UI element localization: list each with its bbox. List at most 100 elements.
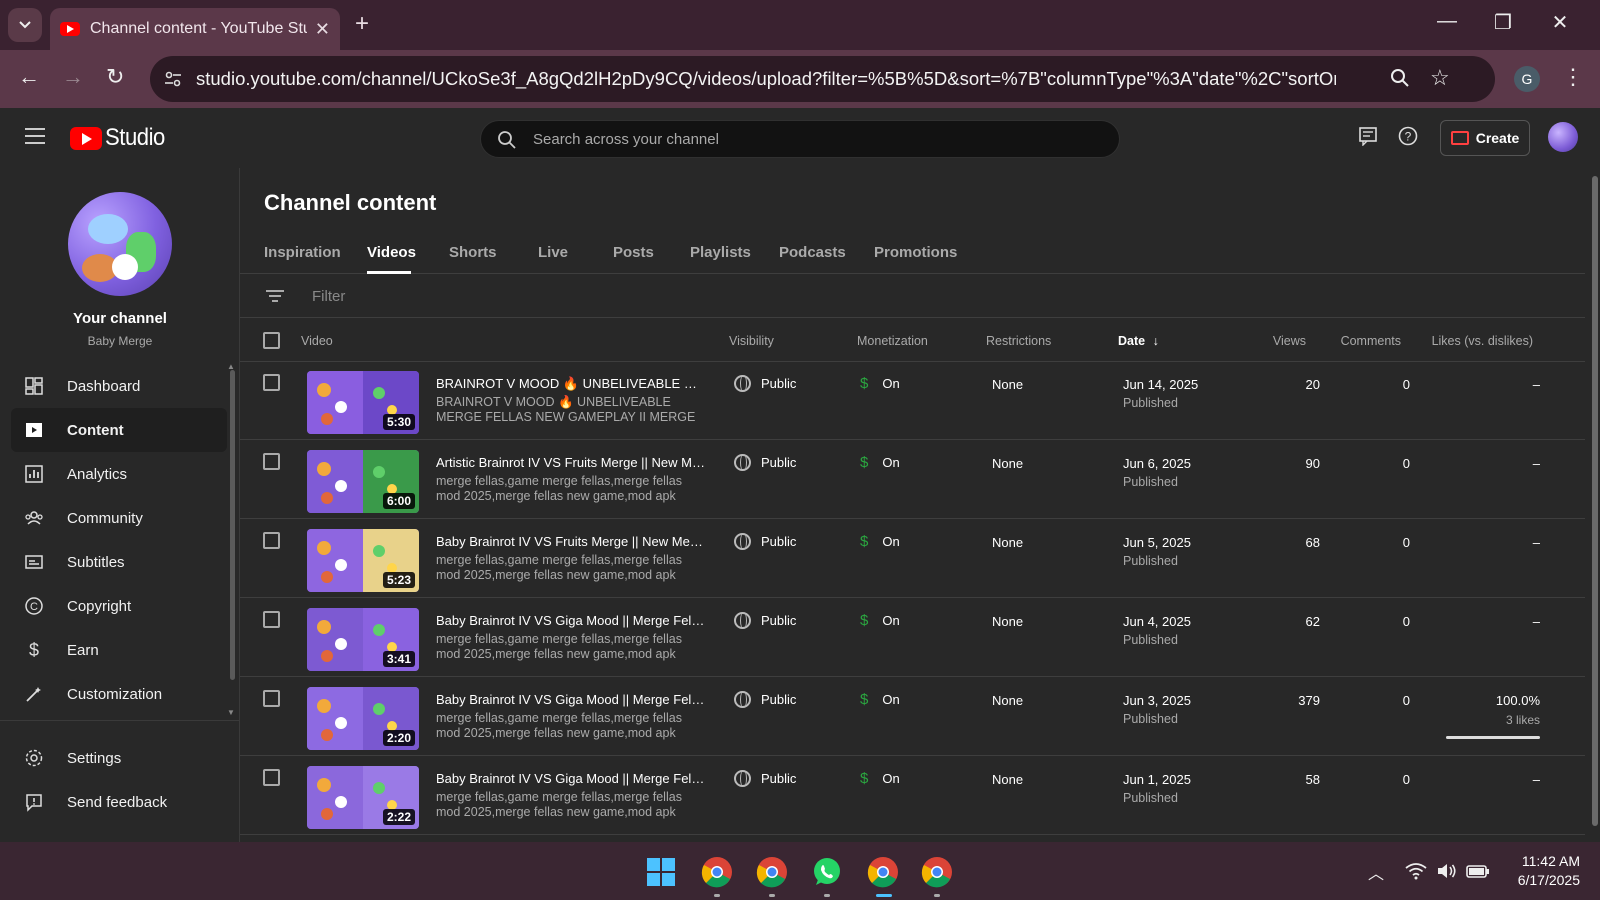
visibility-cell[interactable]: Public	[734, 533, 796, 550]
monetization-cell[interactable]: $ On	[860, 691, 900, 708]
select-all-checkbox[interactable]	[263, 332, 280, 349]
tab-promotions[interactable]: Promotions	[874, 244, 957, 261]
tab-posts[interactable]: Posts	[613, 244, 654, 261]
row-checkbox[interactable]	[263, 532, 280, 549]
account-avatar[interactable]	[1548, 122, 1578, 152]
video-thumbnail[interactable]: 2:22	[307, 766, 419, 829]
tab-close-icon[interactable]: ✕	[315, 19, 330, 40]
monetization-cell[interactable]: $ On	[860, 375, 900, 392]
close-window-icon[interactable]: ✕	[1545, 10, 1575, 35]
hamburger-menu-icon[interactable]	[25, 128, 45, 144]
monetization-cell[interactable]: $ On	[860, 612, 900, 629]
visibility-cell[interactable]: Public	[734, 375, 796, 392]
table-row[interactable]: 3:41 Baby Brainrot IV VS Giga Mood || Me…	[240, 599, 1585, 677]
monetization-cell[interactable]: $ On	[860, 533, 900, 550]
video-title[interactable]: Baby Brainrot IV VS Fruits Merge || New …	[436, 534, 706, 549]
wifi-icon[interactable]	[1405, 862, 1427, 880]
monetization-cell[interactable]: $ On	[860, 454, 900, 471]
video-thumbnail[interactable]: 6:00	[307, 450, 419, 513]
column-restrictions[interactable]: Restrictions	[986, 334, 1051, 348]
sidebar-item-content[interactable]: Content	[11, 408, 227, 452]
chrome-icon[interactable]	[700, 855, 734, 889]
back-icon[interactable]: ←	[18, 64, 40, 90]
new-tab-icon[interactable]: +	[355, 10, 369, 38]
column-monetization[interactable]: Monetization	[857, 334, 928, 348]
filter-bar[interactable]: Filter	[240, 274, 1585, 318]
table-row[interactable]: 5:23 Baby Brainrot IV VS Fruits Merge ||…	[240, 520, 1585, 598]
video-thumbnail[interactable]: 3:41	[307, 608, 419, 671]
tab-videos[interactable]: Videos	[367, 244, 416, 261]
address-bar[interactable]: studio.youtube.com/channel/UCkoSe3f_A8gQ…	[150, 56, 1495, 102]
visibility-cell[interactable]: Public	[734, 770, 796, 787]
sidebar-item-dashboard[interactable]: Dashboard	[11, 364, 227, 408]
video-title[interactable]: Artistic Brainrot IV VS Fruits Merge || …	[436, 455, 706, 470]
chrome-icon[interactable]	[866, 855, 900, 889]
table-row[interactable]: 5:30 BRAINROT V MOOD 🔥 UNBELIVEABLE MERG…	[240, 362, 1585, 440]
sidebar-item-earn[interactable]: $ Earn	[11, 628, 227, 672]
messages-icon[interactable]	[1358, 126, 1378, 146]
monetization-cell[interactable]: $ On	[860, 770, 900, 787]
column-likes[interactable]: Likes (vs. dislikes)	[1420, 334, 1533, 348]
sidebar-item-analytics[interactable]: Analytics	[11, 452, 227, 496]
browser-tab[interactable]: Channel content - YouTube Studio ✕	[50, 8, 340, 50]
video-thumbnail[interactable]: 5:23	[307, 529, 419, 592]
site-info-icon[interactable]	[162, 68, 184, 90]
battery-icon[interactable]	[1466, 863, 1490, 879]
sidebar-scrollbar[interactable]	[230, 370, 235, 680]
visibility-cell[interactable]: Public	[734, 691, 796, 708]
your-channel-label[interactable]: Your channel	[0, 310, 240, 327]
restore-icon[interactable]: ❐	[1488, 10, 1518, 35]
tab-list-button[interactable]	[8, 8, 42, 42]
column-comments[interactable]: Comments	[1330, 334, 1401, 348]
column-visibility[interactable]: Visibility	[729, 334, 774, 348]
forward-icon[interactable]: →	[62, 64, 84, 90]
browser-profile-avatar[interactable]: G	[1514, 66, 1540, 92]
help-icon[interactable]: ?	[1398, 126, 1418, 146]
video-title[interactable]: BRAINROT V MOOD 🔥 UNBELIVEABLE MERGE FEL…	[436, 376, 706, 392]
create-button[interactable]: Create	[1440, 120, 1530, 156]
whatsapp-icon[interactable]	[810, 855, 844, 889]
volume-icon[interactable]	[1436, 862, 1458, 880]
chrome-icon[interactable]	[920, 855, 954, 889]
visibility-cell[interactable]: Public	[734, 612, 796, 629]
video-title[interactable]: Baby Brainrot IV VS Giga Mood || Merge F…	[436, 613, 706, 628]
tab-playlists[interactable]: Playlists	[690, 244, 751, 261]
table-row[interactable]: 2:22 Baby Brainrot IV VS Giga Mood || Me…	[240, 757, 1585, 835]
video-thumbnail[interactable]: 2:20	[307, 687, 419, 750]
row-checkbox[interactable]	[263, 690, 280, 707]
tab-live[interactable]: Live	[538, 244, 568, 261]
sidebar-item-settings[interactable]: Settings	[11, 736, 227, 780]
row-checkbox[interactable]	[263, 453, 280, 470]
table-row[interactable]: 6:00 Artistic Brainrot IV VS Fruits Merg…	[240, 441, 1585, 519]
sidebar-item-copyright[interactable]: C Copyright	[11, 584, 227, 628]
main-scrollbar[interactable]	[1592, 176, 1598, 826]
row-checkbox[interactable]	[263, 611, 280, 628]
video-title[interactable]: Baby Brainrot IV VS Giga Mood || Merge F…	[436, 771, 706, 786]
sidebar-item-community[interactable]: Community	[11, 496, 227, 540]
visibility-cell[interactable]: Public	[734, 454, 796, 471]
channel-avatar[interactable]	[68, 192, 172, 296]
row-checkbox[interactable]	[263, 769, 280, 786]
filter-input[interactable]: Filter	[312, 288, 345, 305]
zoom-icon[interactable]	[1388, 66, 1412, 90]
filter-icon[interactable]	[266, 290, 284, 302]
studio-logo[interactable]: Studio	[70, 124, 170, 152]
search-input[interactable]: Search across your channel	[480, 120, 1120, 158]
sidebar-item-subtitles[interactable]: Subtitles	[11, 540, 227, 584]
table-row[interactable]: 2:20 Baby Brainrot IV VS Giga Mood || Me…	[240, 678, 1585, 756]
system-clock[interactable]: 11:42 AM 6/17/2025	[1500, 852, 1580, 890]
sidebar-scroll-down-icon[interactable]: ▼	[227, 708, 235, 717]
column-date[interactable]: Date ↓	[1118, 334, 1159, 348]
video-thumbnail[interactable]: 5:30	[307, 371, 419, 434]
minimize-icon[interactable]: —	[1432, 10, 1462, 33]
browser-menu-icon[interactable]: ⋮	[1562, 64, 1584, 90]
chrome-icon[interactable]	[755, 855, 789, 889]
bookmark-star-icon[interactable]: ☆	[1430, 65, 1450, 91]
reload-icon[interactable]: ↻	[106, 64, 124, 90]
sidebar-item-customization[interactable]: Customization	[11, 672, 227, 716]
tray-chevron-up-icon[interactable]: ︿	[1368, 860, 1384, 884]
video-title[interactable]: Baby Brainrot IV VS Giga Mood || Merge F…	[436, 692, 706, 707]
windows-start-icon[interactable]	[644, 855, 678, 889]
tab-podcasts[interactable]: Podcasts	[779, 244, 846, 261]
tab-shorts[interactable]: Shorts	[449, 244, 497, 261]
